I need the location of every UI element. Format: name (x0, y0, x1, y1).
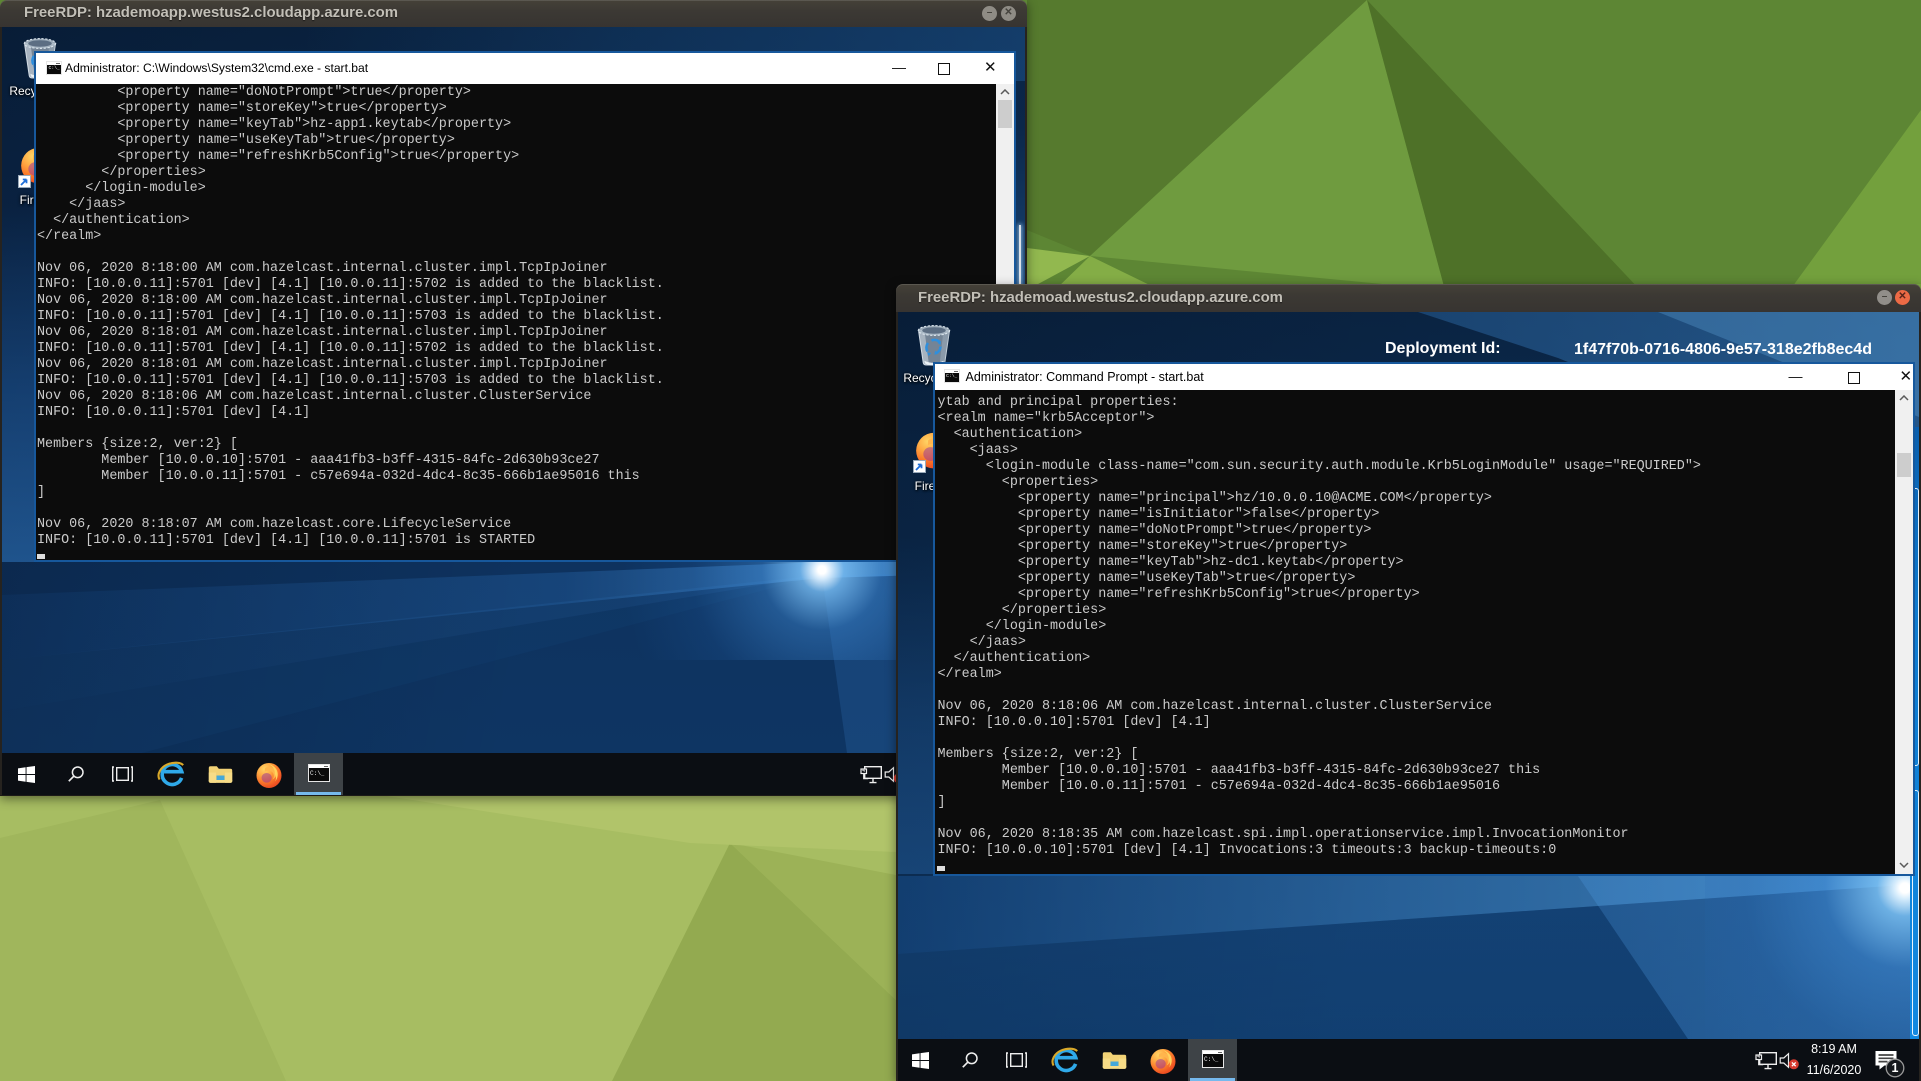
svg-text:1: 1 (1892, 1061, 1899, 1075)
